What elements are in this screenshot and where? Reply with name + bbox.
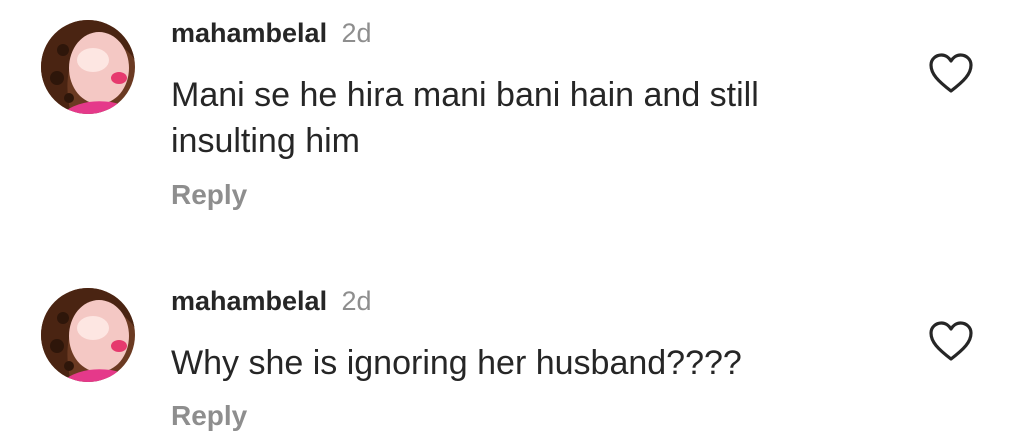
reply-button[interactable]: Reply [171, 179, 247, 211]
comment-text: Why she is ignoring her husband???? [171, 344, 742, 382]
comment-header: mahambelal 2d [171, 286, 372, 317]
avatar-image [41, 20, 135, 114]
reply-button[interactable]: Reply [171, 400, 247, 432]
avatar-image [41, 288, 135, 382]
comment-item: mahambelal 2d Mani se he hira mani bani … [0, 0, 1024, 260]
comment-header: mahambelal 2d [171, 18, 372, 49]
like-button[interactable] [928, 52, 974, 94]
comment-item: mahambelal 2d Why she is ignoring her hu… [0, 270, 1024, 431]
username-link[interactable]: mahambelal [171, 18, 327, 48]
comment-text: Mani se he hira mani bani hain and still… [171, 76, 759, 160]
timestamp: 2d [341, 18, 372, 48]
heart-outline-icon [929, 53, 973, 93]
like-button[interactable] [928, 320, 974, 362]
avatar[interactable] [41, 20, 135, 114]
username-link[interactable]: mahambelal [171, 286, 327, 316]
comments-screen: { "comments": [ { "username": "mahambela… [0, 0, 1024, 431]
timestamp: 2d [341, 286, 372, 316]
avatar[interactable] [41, 288, 135, 382]
heart-outline-icon [929, 321, 973, 361]
